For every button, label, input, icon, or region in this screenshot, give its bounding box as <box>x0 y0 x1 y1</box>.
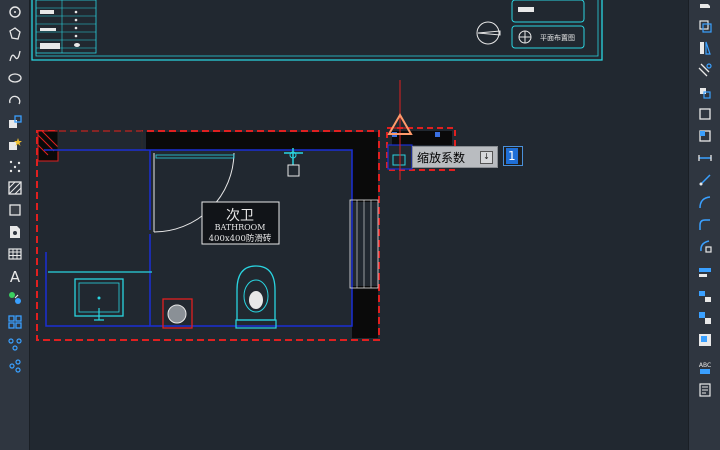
offset-icon[interactable] <box>694 60 716 80</box>
polyline-icon[interactable] <box>4 46 26 66</box>
copy-icon[interactable] <box>694 16 716 36</box>
scale-icon[interactable] <box>694 126 716 146</box>
align-icon[interactable] <box>694 330 716 350</box>
hatch-icon[interactable] <box>4 178 26 198</box>
table-icon[interactable] <box>4 244 26 264</box>
scale-factor-label: 缩放系数 <box>417 150 466 165</box>
region-icon[interactable] <box>4 200 26 220</box>
legend-button-label: 平面布置图 <box>540 33 575 42</box>
wipeout-icon[interactable] <box>4 222 26 242</box>
point-icon[interactable] <box>4 156 26 176</box>
extend-icon[interactable] <box>694 192 716 212</box>
polygon-icon[interactable] <box>4 24 26 44</box>
ellipse-icon[interactable] <box>4 68 26 88</box>
group-icon[interactable] <box>4 334 26 354</box>
block-insert-icon[interactable] <box>4 112 26 132</box>
properties-icon[interactable] <box>694 380 716 400</box>
multiline-text-icon[interactable]: A <box>4 266 26 286</box>
room-spec: 400x400防滑砖 <box>209 233 272 244</box>
room-name-en: BATHROOM <box>215 223 266 232</box>
make-block-icon[interactable] <box>4 134 26 154</box>
fillet-icon[interactable] <box>694 286 716 306</box>
scale-factor-input[interactable]: 1 <box>503 146 523 166</box>
circle-icon[interactable] <box>4 2 26 22</box>
blend-icon[interactable] <box>694 308 716 328</box>
left-draw-toolbar: A <box>0 0 30 450</box>
down-arrow-icon[interactable]: ↓ <box>480 150 493 164</box>
right-modify-toolbar: ABC <box>688 0 720 450</box>
join-icon[interactable] <box>694 236 716 256</box>
array-icon[interactable] <box>4 312 26 332</box>
svg-text:ABC: ABC <box>699 362 711 369</box>
svg-text:A: A <box>10 268 21 284</box>
model-space-background <box>30 0 688 450</box>
stretch-icon[interactable] <box>694 148 716 168</box>
move-icon[interactable] <box>694 82 716 102</box>
dynamic-input-prompt: 缩放系数 ↓ <box>412 146 498 168</box>
arc-icon[interactable] <box>4 90 26 110</box>
rotate-icon[interactable] <box>694 104 716 124</box>
add-selected-icon[interactable] <box>4 288 26 308</box>
mirror-icon[interactable] <box>694 38 716 58</box>
drawing-canvas[interactable]: 平面布置图 次卫 BATHROOM 400x400防滑砖 <box>30 0 688 450</box>
spell-check-icon[interactable]: ABC <box>694 358 716 378</box>
room-name: 次卫 <box>226 208 254 224</box>
grip-handle[interactable] <box>435 132 440 137</box>
room-label: 次卫 BATHROOM 400x400防滑砖 <box>201 201 280 245</box>
attribute-icon[interactable] <box>4 356 26 376</box>
scale-factor-value: 1 <box>506 148 518 164</box>
break-icon[interactable] <box>694 214 716 234</box>
trim-icon[interactable] <box>694 170 716 190</box>
chamfer-icon[interactable] <box>694 264 716 284</box>
